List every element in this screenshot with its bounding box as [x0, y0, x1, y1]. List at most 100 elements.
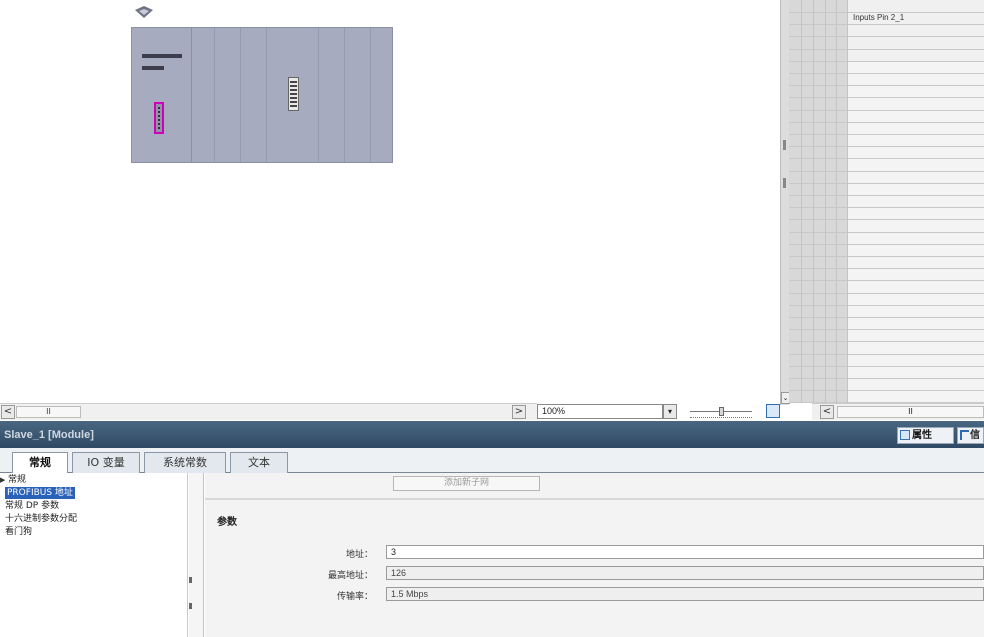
splitter-handle[interactable]	[189, 603, 192, 609]
table-row-line	[789, 97, 984, 98]
tab-system-constants[interactable]: 系统常数	[144, 452, 226, 473]
canvas-vertical-scrollbar[interactable]: ⌄	[780, 0, 790, 405]
overview-horizontal-scrollbar[interactable]: < II	[812, 403, 984, 420]
table-row-line	[789, 378, 984, 379]
inspector-window: Slave_1 [Module] 属性 信 常规 IO 变量 系统常数 文本 ▶…	[0, 421, 984, 637]
profibus-port-icon[interactable]	[154, 102, 164, 134]
io-module-icon[interactable]	[288, 77, 299, 111]
table-row-line	[789, 232, 984, 233]
address-field[interactable]: 3	[386, 545, 984, 559]
device-tag-icon[interactable]	[133, 6, 155, 22]
section-title-parameters: 参数	[217, 517, 237, 528]
device-rack-slots	[192, 28, 392, 162]
table-column-header: Inputs Pin 2_1	[853, 13, 905, 22]
table-column-line	[825, 0, 826, 403]
nav-item-watchdog[interactable]: 看门狗	[5, 526, 32, 538]
table-row-line	[789, 134, 984, 135]
highest-address-field[interactable]: 126	[386, 566, 984, 580]
slot-divider	[370, 28, 371, 162]
transmission-rate-label: 传输率：	[336, 592, 373, 602]
section-divider	[205, 498, 984, 500]
transmission-rate-field[interactable]: 1.5 Mbps	[386, 587, 984, 601]
scroll-right-button[interactable]: >	[512, 405, 526, 419]
info-tab[interactable]: 信	[957, 427, 984, 444]
device-view-canvas[interactable]	[0, 0, 780, 403]
table-row-line	[789, 244, 984, 245]
inspector-title-bar: Slave_1 [Module] 属性 信	[0, 421, 984, 448]
table-row-line	[789, 390, 984, 391]
scroll-left-button[interactable]: <	[1, 405, 15, 419]
slot-divider	[214, 28, 215, 162]
splitter-handle[interactable]	[189, 577, 192, 583]
properties-tab[interactable]: 属性	[897, 427, 954, 444]
zoom-dropdown-button[interactable]: ▾	[663, 404, 677, 419]
table-row-line	[789, 158, 984, 159]
scroll-thumb[interactable]: II	[16, 406, 81, 418]
address-label: 地址：	[345, 550, 373, 560]
device-label-bar	[142, 66, 164, 70]
info-icon	[960, 430, 969, 440]
tab-general[interactable]: 常规	[12, 452, 68, 474]
add-new-subnet-button[interactable]: 添加新子网	[393, 476, 540, 491]
table-row-line	[789, 12, 984, 13]
zoom-slider[interactable]	[690, 407, 752, 418]
slave-device-module[interactable]	[131, 27, 393, 163]
nav-splitter[interactable]	[189, 473, 204, 637]
table-row-line	[789, 317, 984, 318]
slot-divider	[240, 28, 241, 162]
table-row-line	[789, 183, 984, 184]
expand-arrow-icon[interactable]: ▶	[0, 476, 5, 484]
table-row-line	[789, 341, 984, 342]
info-tab-label: 信	[970, 430, 980, 441]
overview-navigation-icon[interactable]	[766, 404, 780, 418]
scroll-left-button[interactable]: <	[820, 405, 834, 419]
table-row-line	[789, 36, 984, 37]
table-row-line	[789, 305, 984, 306]
device-label-bar	[142, 54, 182, 58]
properties-tab-label: 属性	[912, 430, 932, 441]
table-row-line	[789, 171, 984, 172]
zoom-slider-knob[interactable]	[719, 407, 724, 416]
table-row-line	[789, 195, 984, 196]
table-row-line	[789, 73, 984, 74]
slot-divider	[318, 28, 319, 162]
table-row-line	[789, 122, 984, 123]
tab-io-tags[interactable]: IO 变量	[72, 452, 140, 473]
table-column-line	[836, 0, 837, 403]
table-column-line	[847, 0, 848, 403]
nav-item-general[interactable]: 常规	[8, 474, 26, 486]
highest-address-label: 最高地址：	[327, 571, 373, 581]
nav-item-general-dp-params[interactable]: 常规 DP 参数	[5, 500, 59, 512]
nav-item-hex-params[interactable]: 十六进制参数分配	[5, 513, 77, 525]
device-head-module[interactable]	[132, 28, 192, 162]
splitter-handle[interactable]	[783, 178, 786, 188]
scroll-thumb[interactable]: II	[837, 406, 984, 418]
properties-icon	[900, 430, 910, 440]
device-overview-table[interactable]: Inputs Pin 2_1	[789, 0, 984, 403]
table-row-line	[789, 207, 984, 208]
inspector-title: Slave_1 [Module]	[4, 429, 94, 441]
tia-portal-window: < II > 100% ▾ ⌄ Inputs Pin 2_1 < II Slav…	[0, 0, 984, 637]
table-row-line	[789, 85, 984, 86]
table-row-line	[789, 61, 984, 62]
table-row-line	[789, 329, 984, 330]
table-row-line	[789, 219, 984, 220]
slot-divider	[266, 28, 267, 162]
splitter-handle[interactable]	[783, 140, 786, 150]
table-row-line	[789, 24, 984, 25]
zoom-level-field[interactable]: 100%	[537, 404, 663, 419]
nav-item-profibus-address[interactable]: PROFIBUS 地址	[5, 487, 75, 499]
table-column-line	[801, 0, 802, 403]
table-header-cell	[847, 0, 984, 62]
inspector-tab-strip: 常规 IO 变量 系统常数 文本	[0, 448, 984, 474]
table-row-line	[789, 280, 984, 281]
table-row-line	[789, 366, 984, 367]
canvas-horizontal-scrollbar[interactable]: < II >	[0, 403, 537, 420]
table-row-line	[789, 268, 984, 269]
tab-texts[interactable]: 文本	[230, 452, 288, 473]
table-column-line	[813, 0, 814, 403]
table-row-line	[789, 110, 984, 111]
table-row-line	[789, 49, 984, 50]
slot-divider	[344, 28, 345, 162]
table-row-line	[789, 354, 984, 355]
